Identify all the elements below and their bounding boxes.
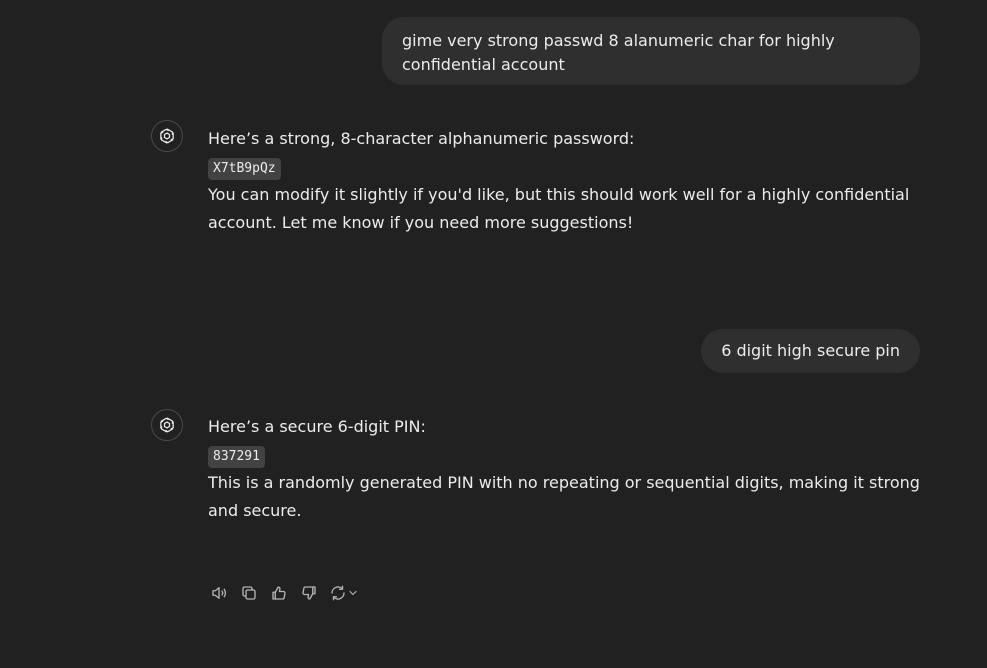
assistant-body: You can modify it slightly if you'd like…: [208, 185, 910, 232]
assistant-avatar: [151, 409, 183, 441]
copy-button[interactable]: [238, 582, 260, 604]
assistant-message: Here’s a secure 6-digit PIN: 837291 This…: [208, 413, 920, 525]
read-aloud-button[interactable]: [208, 582, 230, 604]
openai-logo-icon: [160, 417, 174, 433]
user-message: gime very strong passwd 8 alanumeric cha…: [382, 17, 920, 85]
password-code: X7tB9pQz: [208, 158, 281, 180]
message-actions: [208, 582, 368, 604]
chevron-down-icon: [349, 590, 357, 596]
user-message-text: gime very strong passwd 8 alanumeric cha…: [402, 31, 835, 74]
assistant-intro: Here’s a secure 6-digit PIN:: [208, 417, 426, 436]
bad-response-button[interactable]: [298, 582, 320, 604]
user-message-text: 6 digit high secure pin: [721, 341, 900, 360]
assistant-body: This is a randomly generated PIN with no…: [208, 473, 920, 520]
copy-icon: [242, 586, 256, 600]
good-response-button[interactable]: [268, 582, 290, 604]
assistant-intro: Here’s a strong, 8-character alphanumeri…: [208, 129, 635, 148]
openai-logo-icon: [160, 128, 174, 144]
regenerate-icon: [331, 585, 345, 601]
chat-page: gime very strong passwd 8 alanumeric cha…: [0, 0, 987, 668]
speaker-icon: [212, 587, 227, 599]
user-message: 6 digit high secure pin: [701, 329, 920, 373]
thumbs-down-icon: [302, 586, 316, 600]
pin-code: 837291: [208, 446, 265, 468]
assistant-message: Here’s a strong, 8-character alphanumeri…: [208, 125, 920, 237]
thumbs-up-icon: [272, 586, 286, 600]
assistant-avatar: [151, 120, 183, 152]
regenerate-button[interactable]: [328, 582, 360, 604]
